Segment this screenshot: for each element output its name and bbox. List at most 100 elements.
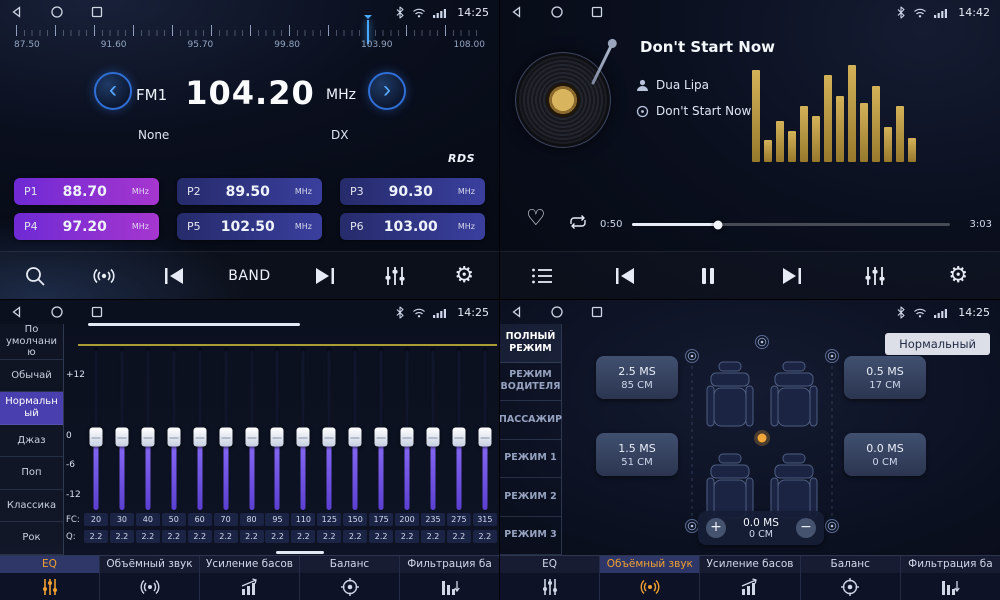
tab-balance[interactable]: Баланс — [299, 556, 399, 600]
eq-slider-handle[interactable] — [115, 428, 128, 447]
tab-balance[interactable]: Баланс — [800, 556, 900, 600]
broadcast-scan-icon[interactable] — [89, 266, 119, 286]
eq-slider-handle[interactable] — [167, 428, 180, 447]
eq-band-slider[interactable] — [240, 348, 264, 510]
delay-rear-left-button[interactable]: 1.5 MS 51 CM — [596, 433, 678, 476]
home-icon[interactable] — [50, 5, 64, 19]
eq-preset-classic[interactable]: Классика — [0, 490, 63, 523]
back-icon[interactable] — [10, 305, 24, 319]
tab-bass-boost[interactable]: Усиление басов — [699, 556, 799, 600]
eq-slider-handle[interactable] — [193, 428, 206, 447]
progress-knob[interactable] — [713, 220, 722, 229]
next-track-icon[interactable] — [777, 266, 807, 286]
eq-preset-default[interactable]: По умолчанию — [0, 324, 63, 360]
eq-band-slider[interactable] — [84, 348, 108, 510]
eq-band-slider[interactable] — [214, 348, 238, 510]
recents-icon[interactable] — [590, 305, 604, 319]
back-icon[interactable] — [510, 5, 524, 19]
progress-bar[interactable] — [632, 223, 950, 226]
preset-p6[interactable]: P6 103.00 MHz — [340, 213, 485, 240]
tab-bass-boost[interactable]: Усиление басов — [199, 556, 299, 600]
mode-driver[interactable]: РЕЖИМ ВОДИТЕЛЯ — [500, 363, 561, 402]
eq-slider-handle[interactable] — [245, 428, 258, 447]
previous-station-icon[interactable] — [159, 266, 189, 286]
next-station-icon[interactable] — [310, 266, 340, 286]
delay-increase-button[interactable]: + — [706, 518, 726, 538]
mode-1[interactable]: РЕЖИМ 1 — [500, 440, 561, 479]
eq-band-slider[interactable] — [473, 348, 497, 510]
tab-filter[interactable]: Фильтрация ба — [399, 556, 499, 600]
eq-band-slider[interactable] — [421, 348, 445, 510]
eq-band-slider[interactable] — [317, 348, 341, 510]
recents-icon[interactable] — [90, 305, 104, 319]
tune-down-button[interactable]: ‹ — [94, 72, 132, 110]
eq-bottom-scrollbar[interactable] — [276, 551, 324, 554]
favorite-heart-icon[interactable]: ♡ — [526, 208, 546, 230]
back-icon[interactable] — [510, 305, 524, 319]
preset-p5[interactable]: P5 102.50 MHz — [177, 213, 322, 240]
preset-p1[interactable]: P1 88.70 MHz — [14, 178, 159, 205]
eq-slider-handle[interactable] — [271, 428, 284, 447]
delay-front-right-button[interactable]: 0.5 MS 17 CM — [844, 356, 926, 399]
tune-up-button[interactable]: › — [368, 72, 406, 110]
tab-filter[interactable]: Фильтрация ба — [900, 556, 1000, 600]
home-icon[interactable] — [550, 5, 564, 19]
eq-slider-handle[interactable] — [349, 428, 362, 447]
preset-p3[interactable]: P3 90.30 MHz — [340, 178, 485, 205]
eq-band-slider[interactable] — [188, 348, 212, 510]
delay-front-left-button[interactable]: 2.5 MS 85 CM — [596, 356, 678, 399]
eq-preset-pop[interactable]: Поп — [0, 457, 63, 490]
eq-slider-handle[interactable] — [401, 428, 414, 447]
eq-slider-handle[interactable] — [426, 428, 439, 447]
eq-preset-custom[interactable]: Обычай — [0, 360, 63, 393]
eq-preset-normal[interactable]: Нормальный — [0, 392, 63, 425]
eq-slider-handle[interactable] — [478, 428, 491, 447]
eq-slider-handle[interactable] — [141, 428, 154, 447]
settings-gear-icon[interactable]: ⚙ — [943, 265, 973, 287]
eq-band-slider[interactable] — [136, 348, 160, 510]
back-icon[interactable] — [10, 5, 24, 19]
tab-surround-sound[interactable]: Объёмный звук — [599, 556, 699, 600]
home-icon[interactable] — [550, 305, 564, 319]
delay-decrease-button[interactable]: − — [796, 518, 816, 538]
eq-band-slider[interactable] — [110, 348, 134, 510]
recents-icon[interactable] — [90, 5, 104, 19]
preset-p4[interactable]: P4 97.20 MHz — [14, 213, 159, 240]
mode-passenger[interactable]: ПАССАЖИР — [500, 401, 561, 440]
eq-slider-handle[interactable] — [452, 428, 465, 447]
playlist-icon[interactable] — [527, 267, 557, 285]
tab-eq[interactable]: EQ — [500, 556, 599, 600]
eq-preset-rock[interactable]: Рок — [0, 522, 63, 555]
eq-band-slider[interactable] — [447, 348, 471, 510]
mode-2[interactable]: РЕЖИМ 2 — [500, 478, 561, 517]
eq-band-slider[interactable] — [291, 348, 315, 510]
previous-track-icon[interactable] — [610, 266, 640, 286]
pause-icon[interactable] — [693, 266, 723, 286]
audio-settings-icon[interactable] — [860, 266, 890, 286]
eq-slider-handle[interactable] — [297, 428, 310, 447]
eq-band-slider[interactable] — [369, 348, 393, 510]
search-icon[interactable] — [20, 265, 50, 287]
eq-slider-handle[interactable] — [219, 428, 232, 447]
tab-eq[interactable]: EQ — [0, 556, 99, 600]
tab-surround-sound[interactable]: Объёмный звук — [99, 556, 199, 600]
eq-slider-handle[interactable] — [323, 428, 336, 447]
mode-3[interactable]: РЕЖИМ 3 — [500, 517, 561, 556]
band-button[interactable]: BAND — [228, 268, 270, 284]
preset-p2[interactable]: P2 89.50 MHz — [177, 178, 322, 205]
recents-icon[interactable] — [590, 5, 604, 19]
home-icon[interactable] — [50, 305, 64, 319]
eq-slider-handle[interactable] — [375, 428, 388, 447]
eq-slider-handle[interactable] — [90, 428, 103, 447]
delay-rear-right-button[interactable]: 0.0 MS 0 CM — [844, 433, 926, 476]
sound-profile-button[interactable]: Нормальный — [885, 333, 990, 355]
mode-full[interactable]: ПОЛНЫЙ РЕЖИМ — [500, 324, 561, 363]
eq-preset-jazz[interactable]: Джаз — [0, 425, 63, 458]
eq-band-slider[interactable] — [265, 348, 289, 510]
eq-band-slider[interactable] — [343, 348, 367, 510]
eq-band-slider[interactable] — [395, 348, 419, 510]
settings-gear-icon[interactable]: ⚙ — [449, 265, 479, 287]
eq-band-slider[interactable] — [162, 348, 186, 510]
repeat-icon[interactable] — [568, 214, 588, 233]
audio-settings-icon[interactable] — [380, 266, 410, 286]
